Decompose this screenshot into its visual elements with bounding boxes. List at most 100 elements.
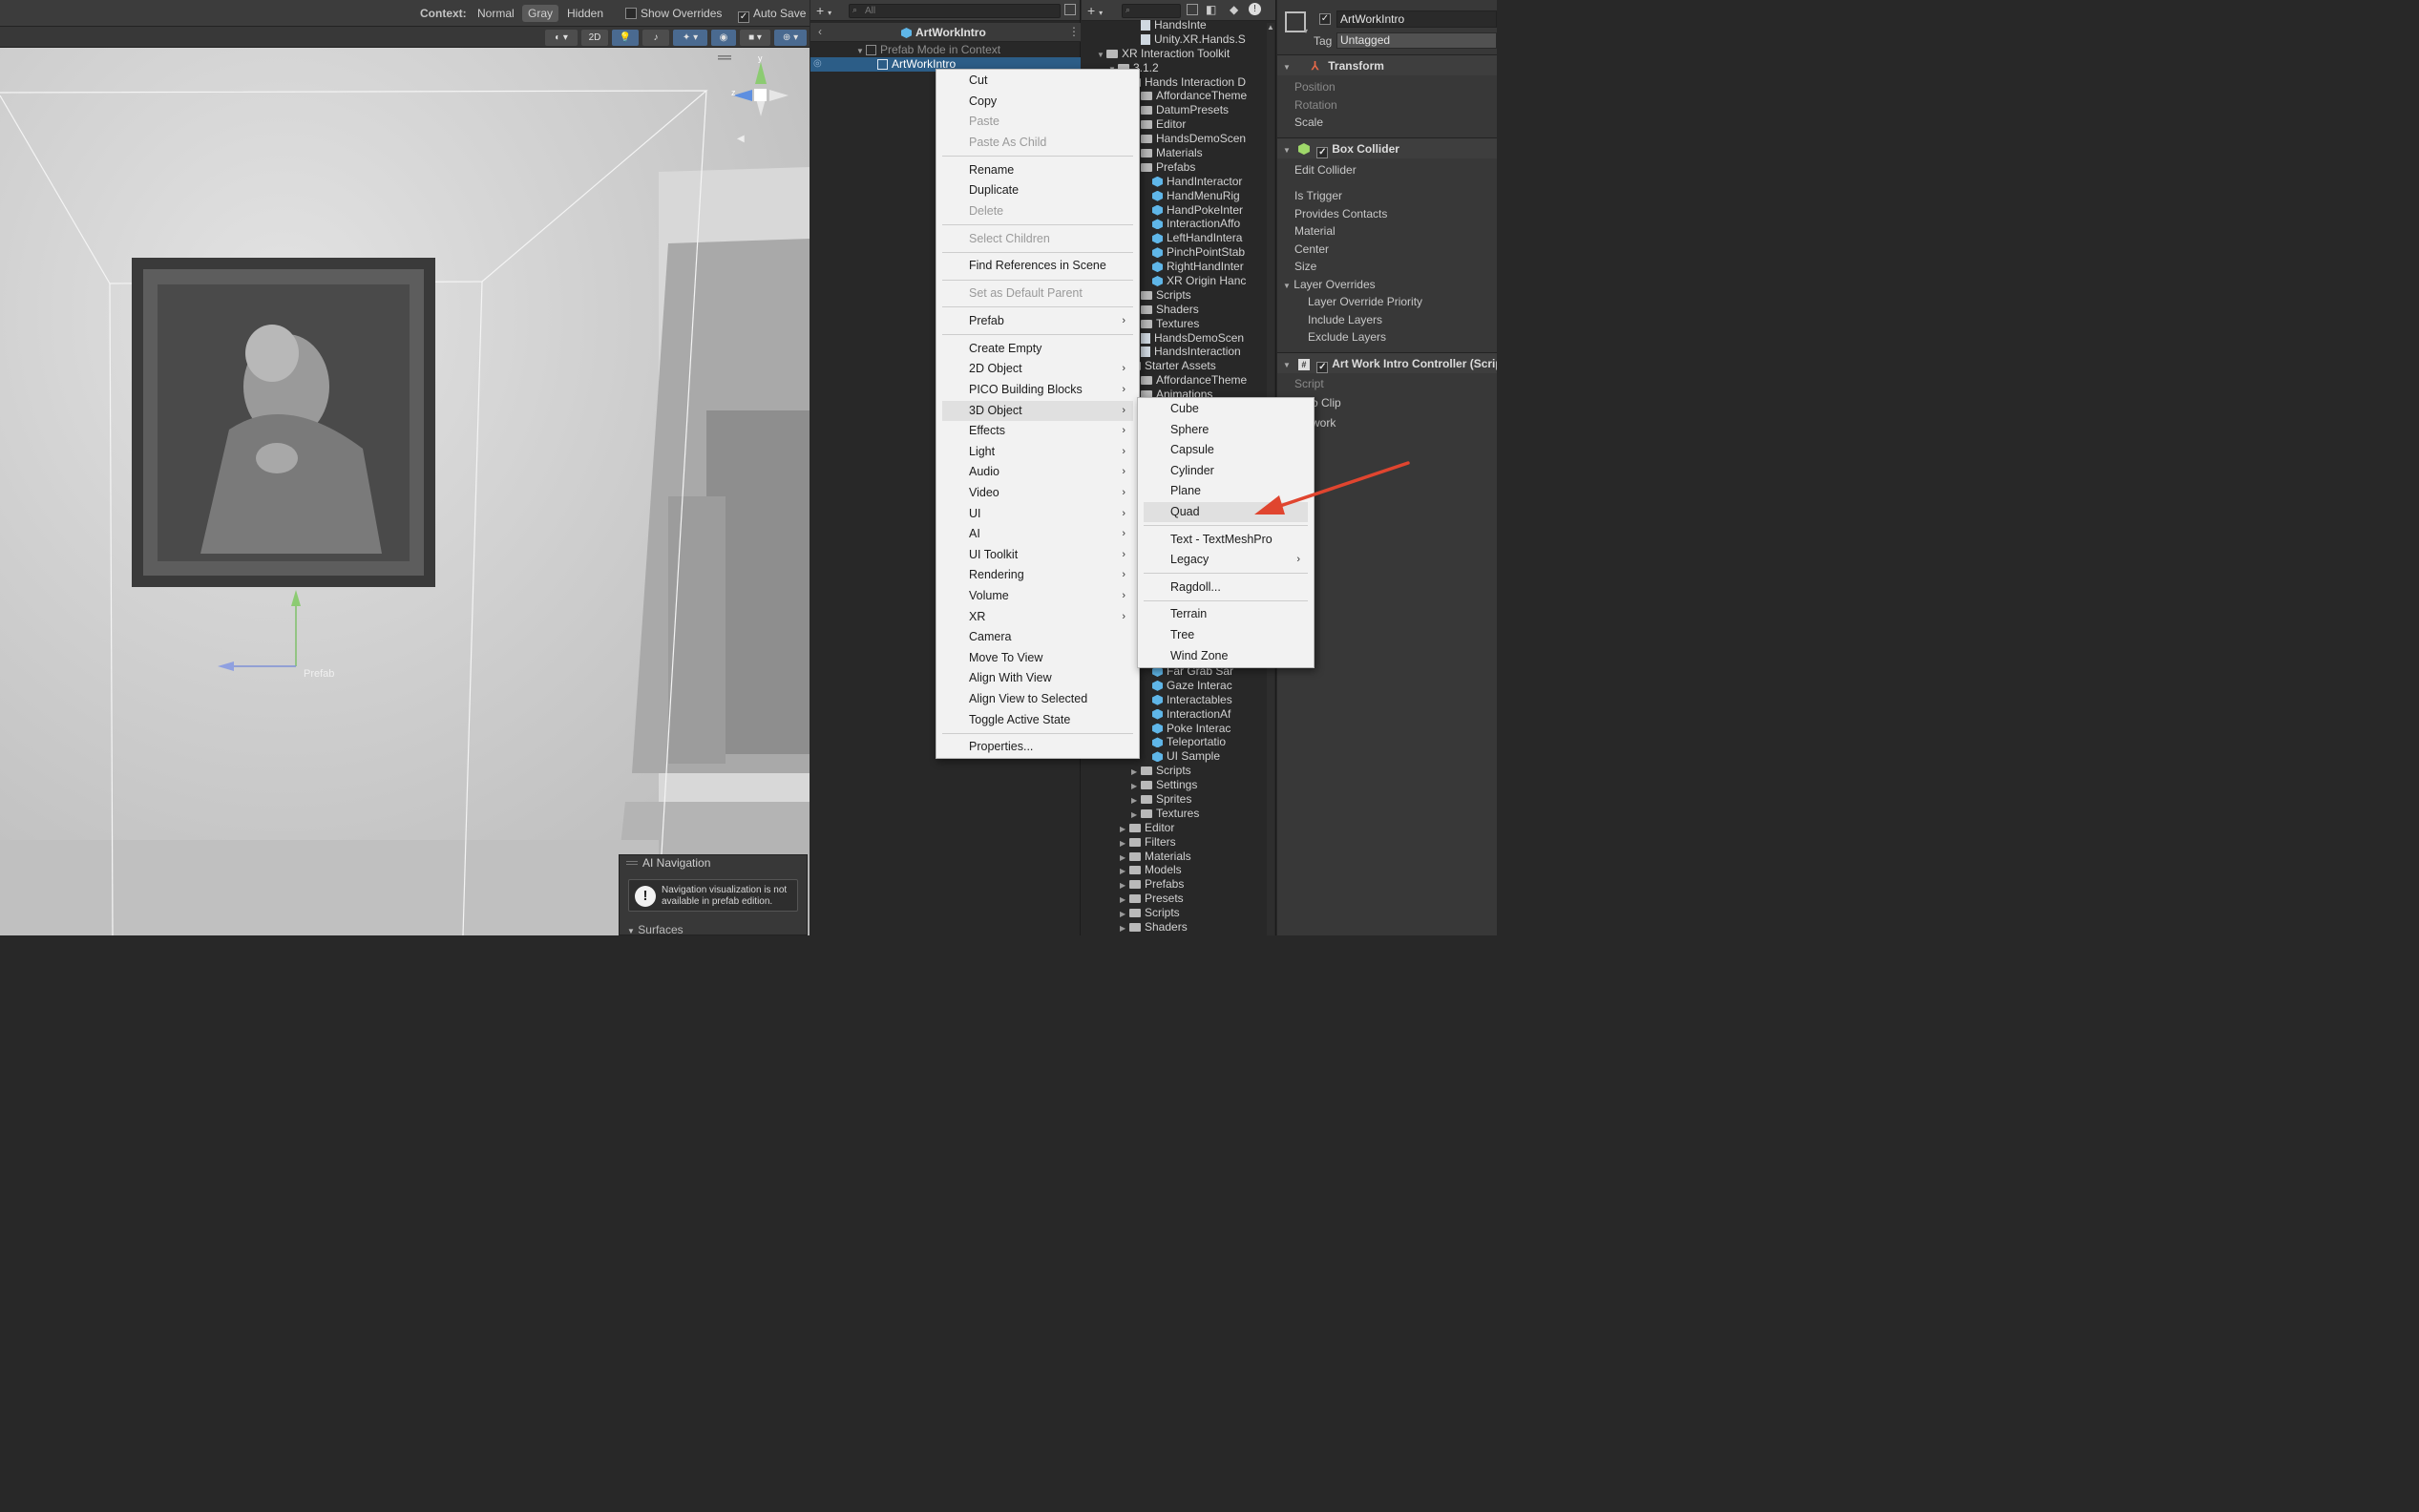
menu-item-align-view-to-selected[interactable]: Align View to Selected: [942, 689, 1133, 709]
tag-icon[interactable]: ◆: [1230, 3, 1238, 16]
drag-handle-icon[interactable]: [626, 861, 638, 865]
menu-item-tree[interactable]: Tree: [1144, 625, 1308, 645]
menu-item-properties[interactable]: Properties...: [942, 737, 1133, 757]
menu-item-delete: Delete: [942, 201, 1133, 221]
menu-item-ragdoll[interactable]: Ragdoll...: [1144, 578, 1308, 598]
lighting-icon[interactable]: 💡: [612, 30, 639, 46]
menu-item-align-with-view[interactable]: Align With View: [942, 668, 1133, 688]
menu-item-create-empty[interactable]: Create Empty: [942, 339, 1133, 359]
menu-item-ai[interactable]: AI ›: [942, 524, 1133, 544]
menu-item-ui-toolkit[interactable]: UI Toolkit ›: [942, 545, 1133, 565]
project-item-scripts[interactable]: ▶Scripts: [1082, 906, 1275, 920]
menu-item-toggle-active-state[interactable]: Toggle Active State: [942, 710, 1133, 730]
search-by-type-icon[interactable]: [1187, 4, 1198, 15]
project-item-filters[interactable]: ▶ Filters: [1082, 835, 1275, 850]
project-search-input[interactable]: [1122, 4, 1181, 18]
scene-view[interactable]: y z ◀ Prefab Context: Normal Gray Hidden…: [0, 0, 810, 935]
layer-overrides-foldout[interactable]: ▼ Layer Overrides: [1283, 278, 1376, 291]
more-options-icon[interactable]: ⋮: [1068, 25, 1080, 38]
audio-icon[interactable]: ♪: [642, 30, 669, 46]
shading-mode-icon[interactable]: ◐ ▾: [545, 30, 578, 46]
project-item-settings[interactable]: ▶ Settings: [1082, 778, 1275, 792]
project-item-prefabs[interactable]: ▶ Prefabs: [1082, 877, 1275, 892]
menu-item-light[interactable]: Light ›: [942, 442, 1133, 462]
create-icon[interactable]: + ▾: [1087, 3, 1103, 18]
project-item-unity-xr-hands-s[interactable]: Unity.XR.Hands.S: [1082, 32, 1275, 47]
icon-dropdown-icon[interactable]: ▾: [1304, 27, 1308, 35]
menu-item-cut[interactable]: Cut: [942, 71, 1133, 91]
project-item-scripts[interactable]: ▶Scripts: [1082, 764, 1275, 778]
menu-item-legacy[interactable]: Legacy ›: [1144, 550, 1308, 570]
painting[interactable]: [132, 258, 435, 587]
menu-item-3d-object[interactable]: 3D Object ›: [942, 400, 1133, 421]
menu-item-copy[interactable]: Copy: [942, 92, 1133, 112]
box-collider-header[interactable]: ▼ ✓ Box Collider: [1277, 137, 1497, 158]
menu-item-duplicate[interactable]: Duplicate: [942, 180, 1133, 200]
controller-header[interactable]: ▼ # ✓ Art Work Intro Controller (Scrip: [1277, 352, 1497, 373]
tag-dropdown[interactable]: Untagged: [1336, 32, 1497, 49]
edit-collider-label[interactable]: Edit Collider: [1294, 163, 1357, 177]
project-item-shaders[interactable]: ▶ Shaders: [1082, 920, 1275, 935]
prefab-title-text: ArtWorkIntro: [915, 26, 986, 39]
project-item-editor[interactable]: ▶Editor: [1082, 821, 1275, 835]
visibility-icon[interactable]: ◉: [711, 30, 736, 46]
project-item-handsinte[interactable]: HandsInte: [1082, 18, 1275, 32]
menu-item-prefab[interactable]: Prefab ›: [942, 311, 1133, 331]
menu-item-camera[interactable]: Camera: [942, 627, 1133, 647]
auto-save-toggle[interactable]: ✓ Auto Save: [738, 7, 806, 23]
project-item-materials[interactable]: ▶Materials: [1082, 850, 1275, 864]
project-item-label: Textures: [1156, 806, 1200, 820]
menu-item-volume[interactable]: Volume ›: [942, 586, 1133, 606]
context-hidden[interactable]: Hidden: [567, 7, 603, 20]
menu-item-find-references-in-scene[interactable]: Find References in Scene: [942, 256, 1133, 276]
menu-item-sphere[interactable]: Sphere: [1144, 420, 1308, 440]
prefab-mode-in-context-row[interactable]: ▼ Prefab Mode in Context: [810, 43, 1081, 57]
project-item-sprites[interactable]: ▶ Sprites: [1082, 792, 1275, 807]
menu-item-effects[interactable]: Effects ›: [942, 421, 1133, 441]
enabled-checkbox-icon[interactable]: ✓: [1316, 362, 1329, 373]
camera-icon[interactable]: ■ ▾: [740, 30, 770, 46]
menu-item-cube[interactable]: Cube: [1144, 399, 1308, 419]
menu-item-2d-object[interactable]: 2D Object ›: [942, 359, 1133, 379]
collapsed-arrow-icon[interactable]: ▶: [1120, 922, 1129, 935]
active-checkbox-icon[interactable]: ✓: [1319, 13, 1331, 25]
project-item-label: Prefabs: [1156, 159, 1196, 174]
menu-item-label: Paste As Child: [969, 135, 1047, 149]
menu-item-text-textmeshpro[interactable]: Text - TextMeshPro: [1144, 530, 1308, 550]
gizmos-icon[interactable]: ⊕ ▾: [774, 30, 807, 46]
filter-label-icon[interactable]: ◧: [1206, 3, 1216, 16]
menu-item-ui[interactable]: UI ›: [942, 504, 1133, 524]
layer-overrides-label: Layer Overrides: [1294, 278, 1376, 291]
menu-item-terrain[interactable]: Terrain: [1144, 604, 1308, 624]
info-icon[interactable]: !: [1249, 3, 1261, 15]
show-overrides-toggle[interactable]: Show Overrides: [625, 7, 722, 20]
expanded-arrow-icon[interactable]: ▼: [1097, 49, 1106, 63]
toggle-2d-button[interactable]: 2D: [581, 30, 608, 46]
menu-item-wind-zone[interactable]: Wind Zone: [1144, 646, 1308, 666]
effects-icon[interactable]: ✦ ▾: [673, 30, 707, 46]
project-item-xr-interaction-toolkit[interactable]: ▼ XR Interaction Toolkit: [1082, 47, 1275, 63]
menu-item-video[interactable]: Video ›: [942, 483, 1133, 503]
menu-item-rendering[interactable]: Rendering ›: [942, 565, 1133, 585]
menu-item-rename[interactable]: Rename: [942, 160, 1133, 180]
add-icon[interactable]: + ▾: [816, 3, 831, 18]
menu-item-move-to-view[interactable]: Move To View: [942, 648, 1133, 668]
back-arrow-icon[interactable]: ‹: [818, 25, 822, 38]
project-item-presets[interactable]: ▶ Presets: [1082, 892, 1275, 906]
transform-header[interactable]: ▼ ⅄ Transform: [1277, 54, 1497, 75]
menu-item-audio[interactable]: Audio ›: [942, 462, 1133, 482]
scene-viewport[interactable]: y z ◀: [0, 48, 810, 935]
visibility-eye-icon[interactable]: ◎: [813, 58, 822, 69]
maximize-icon[interactable]: [1064, 4, 1076, 15]
context-gray[interactable]: Gray: [522, 5, 559, 22]
context-normal[interactable]: Normal: [477, 7, 515, 20]
project-item-models[interactable]: ▶ Models: [1082, 863, 1275, 877]
object-name-field[interactable]: ArtWorkIntro: [1336, 10, 1497, 28]
scroll-up-icon[interactable]: ▲: [1267, 23, 1274, 32]
project-item-textures[interactable]: ▶Textures: [1082, 806, 1275, 821]
menu-item-xr[interactable]: XR ›: [942, 607, 1133, 627]
menu-item-pico-building-blocks[interactable]: PICO Building Blocks ›: [942, 380, 1133, 400]
surfaces-foldout[interactable]: ▼ Surfaces: [627, 923, 684, 935]
enabled-checkbox-icon[interactable]: ✓: [1316, 147, 1329, 158]
hierarchy-search-input[interactable]: All: [849, 4, 1061, 18]
